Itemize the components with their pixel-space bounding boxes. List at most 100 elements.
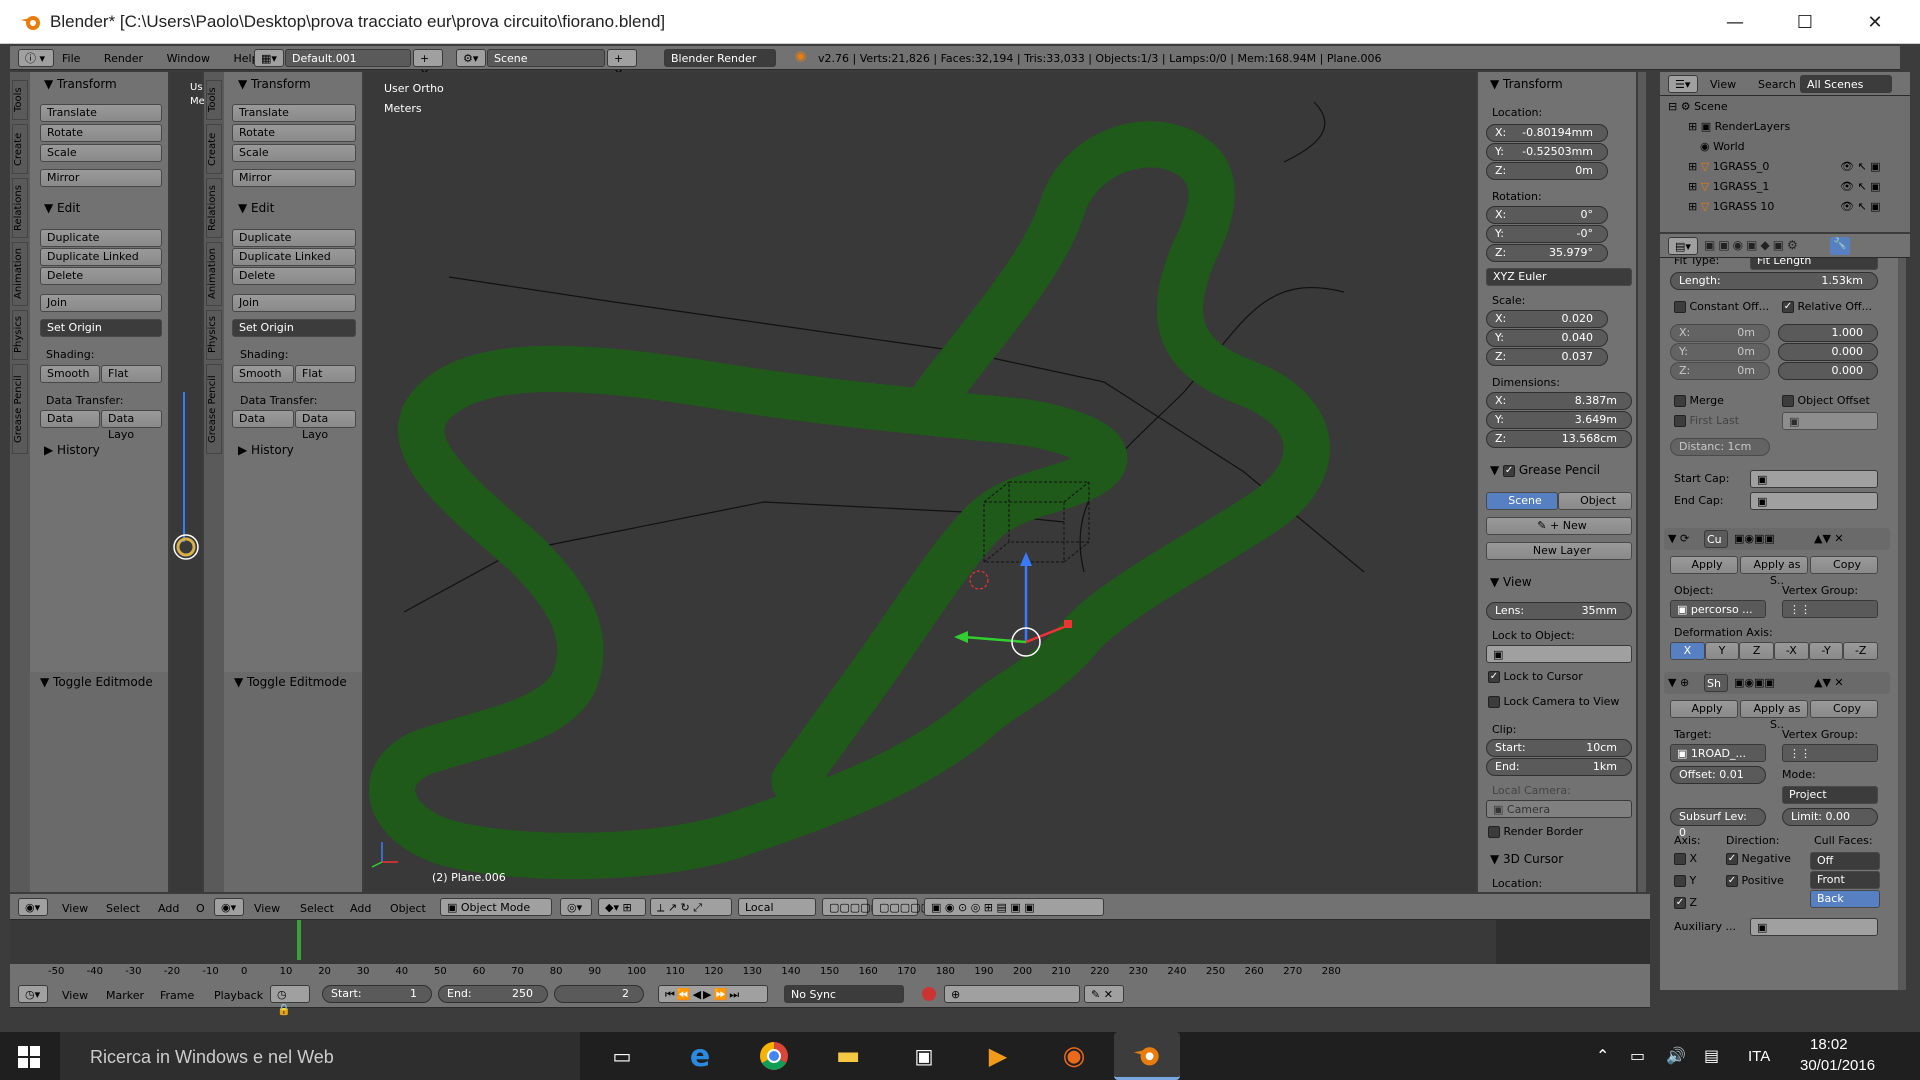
modifier-move-icons-2[interactable]: ▲▼ ✕ bbox=[1814, 676, 1844, 689]
relative-offset-checkbox[interactable]: Relative Off... bbox=[1782, 300, 1872, 313]
media-player-icon[interactable]: ▶ bbox=[980, 1038, 1016, 1074]
relative-x-field[interactable]: 1.000 bbox=[1778, 324, 1878, 342]
visibility-eye-icon-3[interactable]: 👁 ↖ ▣ bbox=[1840, 200, 1881, 213]
positive-checkbox[interactable]: Positive bbox=[1726, 874, 1784, 887]
rotation-x-field[interactable]: X: 0° bbox=[1486, 206, 1608, 224]
visibility-eye-icon[interactable]: 👁 ↖ ▣ bbox=[1840, 160, 1881, 173]
shrink-mode-select[interactable]: Project bbox=[1782, 786, 1878, 804]
first-last-checkbox[interactable]: First Last bbox=[1674, 414, 1739, 427]
pivot-select[interactable]: ◆▾ ⊞ bbox=[598, 898, 646, 916]
windows-start-icon[interactable] bbox=[18, 1046, 40, 1068]
screen-layout-icon[interactable]: ▦▾ bbox=[254, 49, 284, 67]
properties-editor-icon[interactable]: ▤▾ bbox=[1668, 237, 1698, 255]
viewport-editor-icon[interactable]: ◉▾ bbox=[214, 898, 244, 916]
shrinkwrap-modifier-header[interactable]: ▼ ⊕ Sh ▣◉▣▣ ▲▼ ✕ bbox=[1664, 672, 1890, 694]
delete-button[interactable]: Delete bbox=[40, 267, 162, 285]
clip-end-field[interactable]: End: 1km bbox=[1486, 758, 1632, 776]
rotate-button[interactable]: Rotate bbox=[40, 124, 162, 142]
mirror-button-2[interactable]: Mirror bbox=[232, 169, 356, 187]
translate-button-2[interactable]: Translate bbox=[232, 104, 356, 122]
maximize-button[interactable]: ☐ bbox=[1770, 0, 1840, 44]
timeline-frame-menu[interactable]: Frame bbox=[160, 989, 194, 1002]
start-frame-field[interactable]: Start: 1 bbox=[322, 985, 432, 1003]
curve-vertex-group-field[interactable]: ⋮⋮ bbox=[1782, 600, 1878, 618]
search-box[interactable]: Ricerca in Windows e nel Web bbox=[60, 1032, 580, 1080]
toggle-editmode-header-2[interactable]: ▼ Toggle Editmode bbox=[224, 672, 362, 692]
curve-modifier-name[interactable]: Cu bbox=[1704, 530, 1728, 548]
shrink-target-field[interactable]: ▣ 1ROAD_... bbox=[1670, 744, 1766, 762]
data-layout-button-2[interactable]: Data Layo bbox=[295, 410, 356, 441]
left-view-menu[interactable]: View bbox=[62, 902, 88, 915]
set-origin-select-2[interactable]: Set Origin bbox=[232, 319, 356, 337]
editor-type-button[interactable]: ⓘ ▾ bbox=[18, 49, 54, 67]
clip-start-field[interactable]: Start: 10cm bbox=[1486, 739, 1632, 757]
axis-x-checkbox[interactable]: X bbox=[1674, 852, 1697, 865]
volume-icon[interactable]: 🔊 bbox=[1666, 1046, 1686, 1065]
duplicate-linked-button-2[interactable]: Duplicate Linked bbox=[232, 248, 356, 266]
modifier-move-icons[interactable]: ▲▼ ✕ bbox=[1814, 532, 1844, 545]
gp-new-button[interactable]: ✎ + New bbox=[1486, 517, 1632, 535]
menu-window[interactable]: Window bbox=[167, 52, 210, 65]
relative-z-field[interactable]: 0.000 bbox=[1778, 362, 1878, 380]
axis-y-button[interactable]: Y bbox=[1704, 642, 1740, 660]
shrink-copy-button[interactable]: Copy bbox=[1810, 700, 1878, 718]
delete-button-2[interactable]: Delete bbox=[232, 267, 356, 285]
transform-header-2[interactable]: ▼ Transform bbox=[228, 74, 358, 94]
gp-scene-button[interactable]: Scene bbox=[1486, 492, 1558, 510]
left-view-editor-icon[interactable]: ◉▾ bbox=[18, 898, 48, 916]
mirror-button[interactable]: Mirror bbox=[40, 169, 162, 187]
gp-object-button[interactable]: Object bbox=[1558, 492, 1632, 510]
outliner-item-renderlayers[interactable]: ⊞ ▣ RenderLayers bbox=[1688, 120, 1790, 133]
constant-x-field[interactable]: X: 0m bbox=[1670, 324, 1770, 342]
flat-button-2[interactable]: Flat bbox=[295, 365, 356, 383]
duplicate-button[interactable]: Duplicate bbox=[40, 229, 162, 247]
tab-create-2[interactable]: Create bbox=[206, 124, 222, 174]
tab-tools-2[interactable]: Tools bbox=[206, 80, 222, 120]
transform-orientation-select[interactable]: Local bbox=[738, 898, 816, 916]
visibility-eye-icon-2[interactable]: 👁 ↖ ▣ bbox=[1840, 180, 1881, 193]
origin-icon[interactable]: ◉ bbox=[1056, 1038, 1092, 1074]
clock-time[interactable]: 18:02 bbox=[1810, 1036, 1848, 1053]
minimize-button[interactable]: — bbox=[1700, 0, 1770, 44]
view-menu[interactable]: View bbox=[254, 902, 280, 915]
add-scene-button[interactable]: + ✕ bbox=[607, 49, 637, 80]
scale-z-field[interactable]: Z: 0.037 bbox=[1486, 348, 1608, 366]
duplicate-linked-button[interactable]: Duplicate Linked bbox=[40, 248, 162, 266]
timeline[interactable]: -50 -40 -30 -20 -10 0 10 20 30 40 50 60 70 80 90 100 110… bbox=[10, 920, 1650, 980]
menu-render[interactable]: Render bbox=[104, 52, 143, 65]
tab-animation[interactable]: Animation bbox=[12, 242, 28, 306]
rotation-mode-select[interactable]: XYZ Euler bbox=[1486, 268, 1632, 286]
toggle-editmode-header[interactable]: ▼ Toggle Editmode bbox=[30, 672, 168, 692]
offset-object-field[interactable]: ▣ bbox=[1782, 412, 1878, 430]
gp-new-layer-button[interactable]: New Layer bbox=[1486, 542, 1632, 560]
blender-taskbar-icon[interactable] bbox=[1114, 1032, 1180, 1080]
lock-object-field[interactable]: ▣ bbox=[1486, 645, 1632, 663]
store-icon[interactable]: ▣ bbox=[906, 1038, 942, 1074]
outliner-search-menu[interactable]: Search bbox=[1758, 78, 1796, 91]
set-origin-select[interactable]: Set Origin bbox=[40, 319, 162, 337]
keying-set-field[interactable]: ⊕ bbox=[944, 985, 1080, 1003]
constant-y-field[interactable]: Y: 0m bbox=[1670, 343, 1770, 361]
n-transform-header[interactable]: ▼ Transform bbox=[1480, 74, 1630, 94]
axis-z-checkbox[interactable]: Z bbox=[1674, 896, 1697, 909]
outliner-item-world[interactable]: ◉ World bbox=[1700, 140, 1745, 153]
curve-apply-as-button[interactable]: Apply as S.. bbox=[1740, 556, 1808, 587]
shrink-apply-as-button[interactable]: Apply as S.. bbox=[1740, 700, 1808, 731]
history-header[interactable]: ▶ History bbox=[34, 440, 164, 460]
lock-to-cursor-checkbox[interactable]: Lock to Cursor bbox=[1488, 670, 1583, 683]
select-menu[interactable]: Select bbox=[300, 902, 334, 915]
lens-field[interactable]: Lens: 35mm bbox=[1486, 602, 1632, 620]
screen-layout-field[interactable]: Default.001 bbox=[285, 49, 411, 67]
scale-x-field[interactable]: X: 0.020 bbox=[1486, 310, 1608, 328]
layers-row-2[interactable]: ▢▢▢▢▢ bbox=[872, 898, 931, 916]
flat-button[interactable]: Flat bbox=[101, 365, 162, 383]
properties-context-tabs[interactable]: ▣▣◉▣◆▣⚙ bbox=[1704, 238, 1801, 252]
tab-physics-2[interactable]: Physics bbox=[206, 310, 222, 360]
negative-checkbox[interactable]: Negative bbox=[1726, 852, 1791, 865]
auxiliary-field[interactable]: ▣ bbox=[1750, 918, 1878, 936]
main-viewport[interactable]: User Ortho Meters (2) Plane.006 bbox=[364, 72, 1476, 892]
current-frame-marker[interactable] bbox=[297, 920, 301, 960]
timeline-playback-menu[interactable]: Playback bbox=[214, 989, 263, 1002]
scale-y-field[interactable]: Y: 0.040 bbox=[1486, 329, 1608, 347]
data-layout-button[interactable]: Data Layo bbox=[101, 410, 162, 441]
